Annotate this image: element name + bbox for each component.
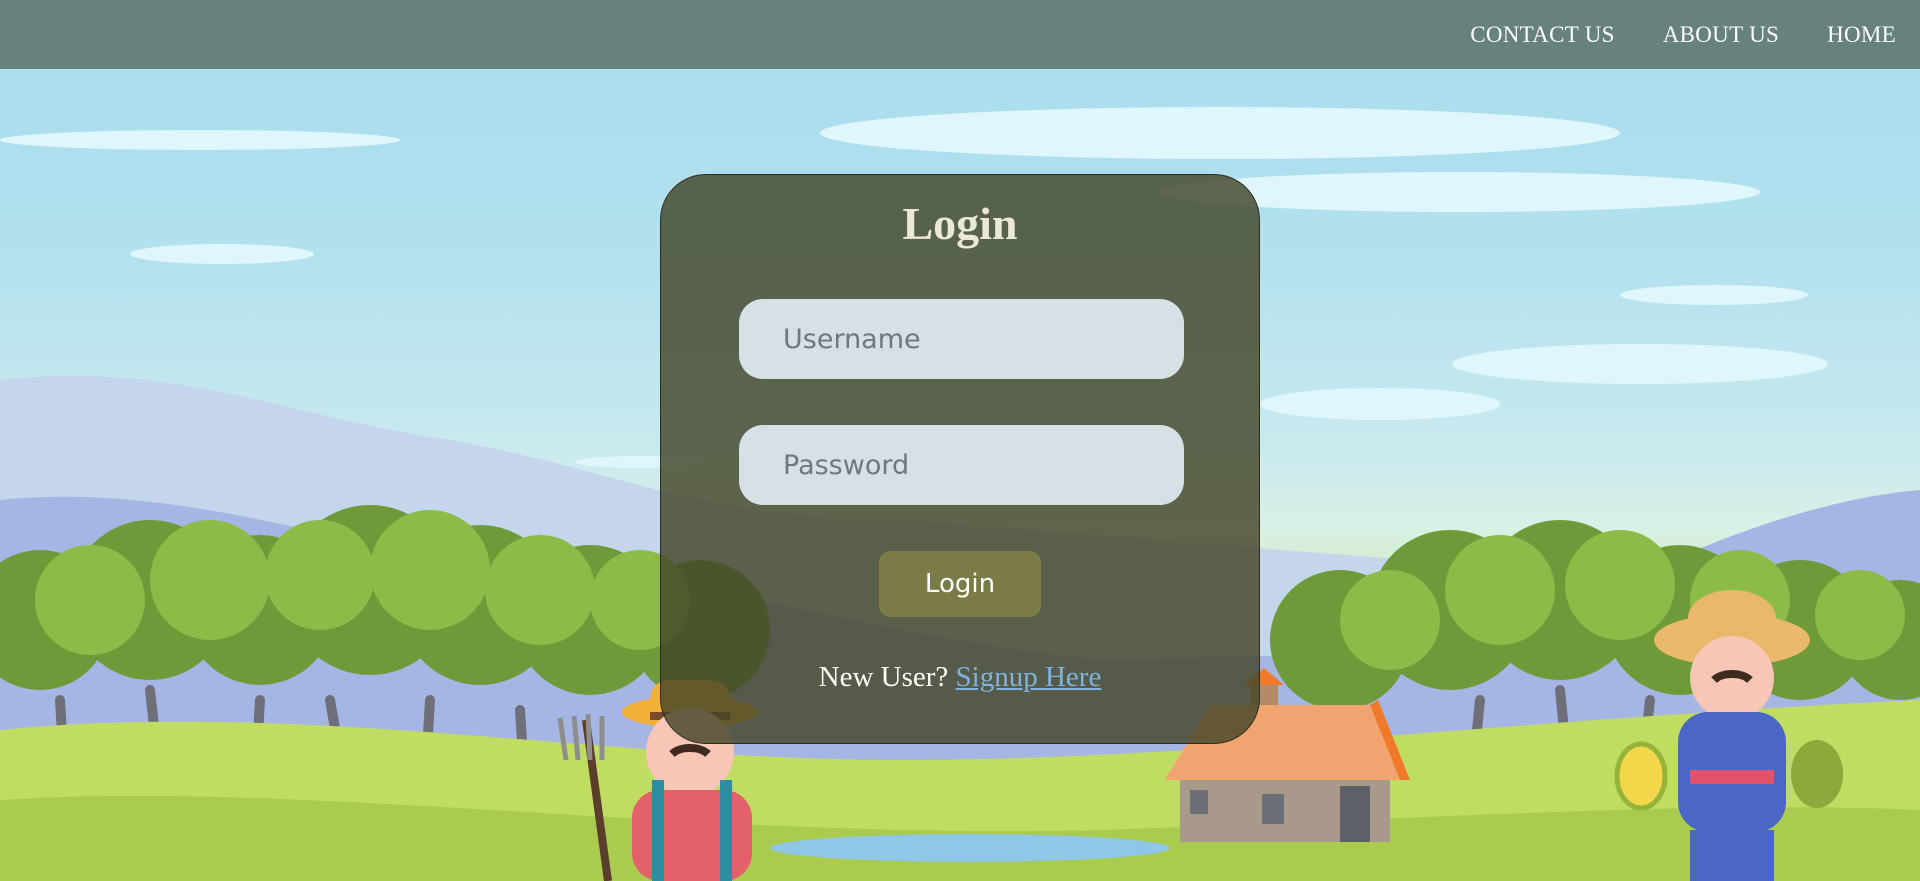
nav-home-link[interactable]: HOME <box>1827 22 1896 48</box>
login-button[interactable]: Login <box>879 551 1041 617</box>
password-input[interactable] <box>739 425 1184 505</box>
signup-link[interactable]: Signup Here <box>956 661 1102 693</box>
top-navbar: CONTACT US ABOUT US HOME <box>0 0 1920 69</box>
main-nav: CONTACT US ABOUT US HOME <box>1470 0 1896 69</box>
signup-prompt: New User? Signup Here <box>661 661 1259 694</box>
nav-contact-us-link[interactable]: CONTACT US <box>1470 22 1615 48</box>
pond <box>770 834 1170 862</box>
login-title: Login <box>902 198 1018 249</box>
nav-about-us-link[interactable]: ABOUT US <box>1663 22 1779 48</box>
new-user-text: New User? <box>818 661 949 693</box>
username-input[interactable] <box>739 299 1184 379</box>
login-card: Login Login New User? Signup Here <box>660 174 1260 744</box>
